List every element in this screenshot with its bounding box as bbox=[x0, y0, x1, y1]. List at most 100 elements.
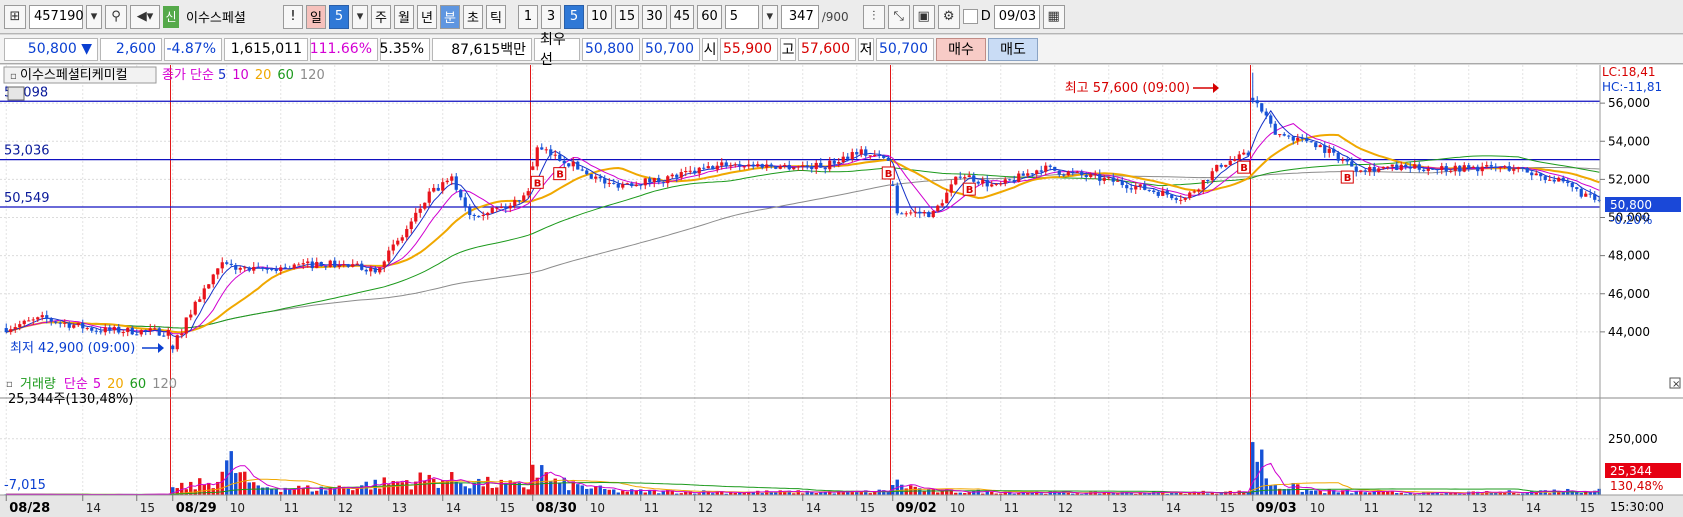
candle-body bbox=[1039, 170, 1043, 172]
period-minute-button[interactable]: 분 bbox=[440, 4, 460, 29]
candle-body bbox=[1449, 170, 1453, 172]
volume-level-label: -7,015 bbox=[4, 478, 46, 493]
interval-45-button[interactable]: 45 bbox=[669, 4, 695, 29]
period-second-button[interactable]: 초 bbox=[463, 4, 483, 29]
bars-shown-input[interactable]: 347 bbox=[780, 4, 819, 29]
time-tick-label: 13 bbox=[1112, 501, 1127, 515]
volume-bar bbox=[585, 488, 589, 495]
candle-body bbox=[13, 327, 17, 330]
count-select[interactable]: 5 bbox=[724, 4, 759, 29]
candle-body bbox=[1399, 164, 1403, 170]
volume-bar bbox=[333, 488, 337, 495]
candle-body bbox=[1057, 170, 1061, 175]
stock-code-input[interactable]: 457190 bbox=[29, 4, 84, 29]
interval-30-button[interactable]: 30 bbox=[642, 4, 667, 29]
volume-bar bbox=[252, 482, 256, 495]
candle-body bbox=[67, 322, 71, 328]
candle-body bbox=[742, 166, 746, 168]
candle-body bbox=[1570, 182, 1574, 188]
volume-bar bbox=[495, 487, 499, 495]
candle-body bbox=[1098, 174, 1102, 181]
candle-body bbox=[76, 322, 80, 326]
d-checkbox[interactable] bbox=[962, 9, 978, 24]
candle-body bbox=[1300, 137, 1304, 139]
period-day-button[interactable]: 일 bbox=[306, 4, 326, 29]
period-dropdown-icon[interactable]: ▾ bbox=[352, 4, 368, 29]
count-dropdown-icon[interactable]: ▾ bbox=[761, 4, 778, 29]
candle-body bbox=[1431, 168, 1435, 170]
candle-body bbox=[1012, 179, 1016, 182]
candle-body bbox=[756, 164, 760, 167]
volume-legend: 거래량 단순 5 20 60 120 bbox=[20, 377, 177, 392]
signal-marker-label: B bbox=[556, 170, 564, 181]
candle-body bbox=[738, 164, 742, 167]
interval-3-button[interactable]: 3 bbox=[541, 4, 561, 29]
candle-body bbox=[1341, 159, 1345, 161]
grid-toggle-icon[interactable] bbox=[7, 86, 25, 101]
candle-body bbox=[1273, 123, 1277, 135]
period-week-button[interactable]: 주 bbox=[371, 4, 391, 29]
chart-menu-icon[interactable]: ⊞ bbox=[4, 4, 26, 29]
interval-1-button[interactable]: 1 bbox=[518, 4, 538, 29]
candle-body bbox=[1296, 137, 1300, 141]
sell-button[interactable]: 매도 bbox=[988, 37, 1038, 61]
time-tick-label: 11 bbox=[284, 501, 299, 515]
time-tick-label: 10 bbox=[590, 501, 605, 515]
candle-body bbox=[571, 161, 575, 167]
lc-label: LC:18,41 bbox=[1602, 65, 1655, 79]
volume-bar bbox=[459, 483, 463, 495]
volume-bar bbox=[310, 491, 314, 495]
interval-15-button[interactable]: 15 bbox=[614, 4, 640, 29]
candle-body bbox=[184, 317, 188, 334]
period-month-button[interactable]: 월 bbox=[394, 4, 414, 29]
interval-5-button[interactable]: 5 bbox=[564, 4, 584, 29]
calendar-icon[interactable]: ▦ bbox=[1042, 4, 1065, 29]
candle-body bbox=[1314, 142, 1318, 148]
candle-body bbox=[522, 195, 526, 201]
candle-body bbox=[517, 200, 521, 202]
interval-10-button[interactable]: 10 bbox=[587, 4, 612, 29]
candle-body bbox=[90, 327, 94, 331]
candle-body bbox=[117, 326, 121, 333]
open-price: 55,900 bbox=[720, 37, 778, 61]
search-icon[interactable]: ⚲ bbox=[105, 4, 127, 29]
save-icon[interactable]: ▣ bbox=[912, 4, 935, 29]
candle-body bbox=[513, 200, 517, 206]
candle-body bbox=[157, 328, 161, 336]
date-input[interactable]: 09/03 bbox=[993, 4, 1040, 29]
period-tick-button[interactable]: 틱 bbox=[486, 4, 506, 29]
buy-button[interactable]: 매수 bbox=[936, 37, 986, 61]
svg-text:×: × bbox=[1672, 379, 1680, 390]
candle-body bbox=[315, 261, 319, 269]
alert-button[interactable]: ! bbox=[283, 4, 303, 29]
candle-body bbox=[1138, 184, 1142, 187]
candle-body bbox=[882, 155, 886, 158]
time-tick-label: 10 bbox=[1310, 501, 1325, 515]
candle-body bbox=[301, 263, 305, 265]
candle-body bbox=[261, 267, 265, 269]
last-time-label: 15:30:00 bbox=[1610, 500, 1664, 514]
candle-body bbox=[1530, 172, 1534, 176]
candle-body bbox=[1305, 137, 1309, 142]
candle-body bbox=[1566, 181, 1570, 183]
candle-body bbox=[85, 327, 89, 329]
time-tick-label: 12 bbox=[338, 501, 353, 515]
draw-tool-icon[interactable]: ⤡ bbox=[887, 4, 910, 29]
time-tick-label: 13 bbox=[752, 501, 767, 515]
volume-bar bbox=[315, 490, 319, 495]
candle-body bbox=[49, 318, 53, 322]
sound-icon[interactable]: ◀▾ bbox=[130, 4, 160, 29]
period-year-button[interactable]: 년 bbox=[417, 4, 437, 29]
price-chart[interactable]: 5?,09853,03650,549 BB BBBB 56,00054,00052… bbox=[0, 65, 1683, 517]
candle-body bbox=[531, 166, 535, 170]
time-tick-label: 15 bbox=[500, 501, 515, 515]
gear-icon[interactable]: ⚙ bbox=[937, 4, 960, 29]
candle-body bbox=[999, 183, 1003, 185]
candle-body bbox=[990, 184, 994, 187]
candle-body bbox=[274, 268, 278, 272]
candle-type-icon[interactable]: ⫶ bbox=[862, 4, 885, 29]
code-dropdown-icon[interactable]: ▾ bbox=[86, 4, 102, 29]
period-count-button[interactable]: 5 bbox=[329, 4, 349, 29]
interval-60-button[interactable]: 60 bbox=[697, 4, 722, 29]
price-tick-label: 48,000 bbox=[1608, 249, 1650, 263]
